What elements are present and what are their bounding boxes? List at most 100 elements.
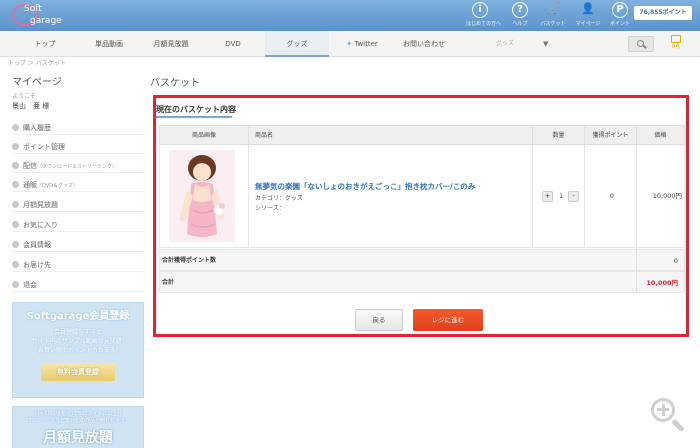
guide-label: はじめての方へ xyxy=(466,21,502,27)
bullet-icon xyxy=(12,240,19,248)
nav-twitter-label: Twitter xyxy=(354,40,378,48)
page-title: バスケット xyxy=(150,78,200,89)
point-icon: P xyxy=(612,2,628,18)
sidebar-item-delivery[interactable]: 配信（ダウンロード＆ストリーミング） xyxy=(12,159,144,173)
mypage-label: マイページ xyxy=(575,21,601,27)
total-value: 10,000円 xyxy=(646,279,678,287)
total-label: 合計 xyxy=(162,279,175,286)
nav-top[interactable]: トップ xyxy=(30,31,60,57)
search-category-select[interactable]: グッズ xyxy=(488,36,568,52)
sidebar-item-favorites[interactable]: お気に入り xyxy=(12,218,144,232)
guide-nav-item[interactable]: i はじめての方へ xyxy=(466,2,502,27)
sidebar-item-points[interactable]: ポイント管理 xyxy=(12,140,144,154)
col-name: 商品名 xyxy=(248,126,532,146)
top-header: Soft garage i はじめての方へ ? ヘルプ 🛒 バスケット 👤 マイ… xyxy=(0,0,700,31)
bullet-icon xyxy=(12,161,19,169)
monthly-banner-text-2: TVシリーズなど懐かしの作品が観れちゃう! xyxy=(28,418,128,424)
sidebar-item-purchase-history[interactable]: 購入履歴 xyxy=(12,121,144,135)
qty-value: 1 xyxy=(559,193,563,200)
register-banner-text-3: お買い物でポイントもたまる! xyxy=(37,347,119,354)
main-nav: トップ 単品動画 月額見放題 DVD グッズ ✦ Twitter お問い合わせ … xyxy=(0,31,700,57)
table-row: 無夢気の楽園「ないしょのおきがえごっこ」抱き枕カバー/このみ カテゴリ：グッズ … xyxy=(159,145,685,248)
item-price: 10,000円 xyxy=(652,192,682,200)
nav-single-videos[interactable]: 単品動画 xyxy=(86,31,132,57)
nav-contact[interactable]: お問い合わせ xyxy=(398,31,450,57)
cell-divider xyxy=(636,250,637,271)
twitter-icon: ✦ xyxy=(346,40,353,48)
section-title: 現在のバスケット内容 xyxy=(156,105,236,114)
bullet-icon xyxy=(12,260,19,268)
qty-plus-button[interactable]: + xyxy=(542,191,553,202)
basket-nav-item[interactable]: 🛒 バスケット xyxy=(539,2,567,27)
sidebar-item-label: 購入履歴 xyxy=(23,124,51,132)
qty-minus-button[interactable]: - xyxy=(568,191,579,202)
sidebar-item-address[interactable]: お届け先 xyxy=(12,258,144,272)
bullet-icon xyxy=(12,180,19,188)
product-series: シリーズ： xyxy=(255,205,285,212)
logo-text-top: Soft xyxy=(24,4,42,14)
register-banner-title: Softgarage会員登録 xyxy=(26,311,130,322)
nav-twitter[interactable]: ✦ Twitter xyxy=(340,31,384,57)
cart-icon: 🛒 xyxy=(546,2,560,15)
point-label: ポイント xyxy=(609,21,630,27)
sidebar-item-label: 配信 xyxy=(23,162,37,170)
chevron-down-icon[interactable]: ▼ xyxy=(543,36,548,52)
site-logo[interactable]: Soft garage xyxy=(10,2,70,28)
bullet-icon xyxy=(12,280,19,288)
help-icon: ? xyxy=(512,2,528,18)
sidebar-item-label: 通販 xyxy=(23,181,37,189)
sidebar-item-label: 会員情報 xyxy=(23,241,51,249)
shopping-bag-icon xyxy=(671,35,681,43)
nav-goods[interactable]: グッズ xyxy=(265,31,329,57)
sidebar-item-label: 月額見放題 xyxy=(23,201,58,209)
breadcrumb[interactable]: トップ ＞ バスケット xyxy=(8,58,66,67)
total-row: 合計 10,000円 xyxy=(159,271,685,293)
sidebar-item-sub: （ダウンロード＆ストリーミング） xyxy=(37,164,118,170)
col-qty: 数量 xyxy=(532,126,584,146)
product-thumbnail[interactable] xyxy=(169,150,235,242)
register-banner-text-2: サイト内のサンプル動画が見放題! xyxy=(31,338,125,345)
cell-divider xyxy=(248,145,249,248)
sidebar-item-monthly[interactable]: 月額見放題 xyxy=(12,198,144,212)
total-points-label: 合計獲得ポイント数 xyxy=(162,257,217,264)
basket-label: バスケット xyxy=(540,21,566,27)
checkout-button[interactable]: レジに進む xyxy=(413,309,483,331)
zoom-handle xyxy=(671,418,685,433)
section-underline xyxy=(156,116,232,118)
sidebar-item-label: お気に入り xyxy=(23,221,58,229)
zoom-in-icon[interactable] xyxy=(647,394,687,434)
sidebar-item-member-info[interactable]: 会員情報 xyxy=(12,238,144,252)
product-category: カテゴリ：グッズ xyxy=(255,195,304,202)
guide-icon: i xyxy=(472,2,488,18)
basket-highlight-frame: 現在のバスケット内容 商品画像 商品名 数量 獲得ポイント 価格 無夢気の楽園「… xyxy=(153,95,689,337)
nav-monthly[interactable]: 月額見放題 xyxy=(148,31,194,57)
nav-dvd[interactable]: DVD xyxy=(218,31,248,57)
back-button[interactable]: 戻る xyxy=(355,309,403,331)
mini-cart[interactable]: 0点 xyxy=(664,34,688,54)
product-name-link[interactable]: 無夢気の楽園「ないしょのおきがえごっこ」抱き枕カバー/このみ xyxy=(255,181,475,192)
register-banner[interactable]: Softgarage会員登録 会員登録をすると サイト内のサンプル動画が見放題!… xyxy=(12,302,144,398)
cell-divider xyxy=(584,145,585,248)
free-register-button[interactable]: 無料会員登録 xyxy=(41,363,115,381)
register-banner-text-1: 会員登録をすると xyxy=(53,329,102,336)
user-name: 景山 亜 様 xyxy=(12,102,50,110)
total-points-row: 合計獲得ポイント数 0 xyxy=(159,249,685,271)
sidebar-item-withdraw[interactable]: 退会 xyxy=(12,278,144,292)
cell-divider xyxy=(532,145,533,248)
mypage-nav-item[interactable]: 👤 マイページ xyxy=(574,2,602,27)
point-nav-item[interactable]: P ポイント xyxy=(606,2,634,27)
monthly-banner[interactable]: 月々500円(税込)で600タイトル以上!! TVシリーズなど懐かしの作品が観れ… xyxy=(12,406,144,448)
bullet-icon xyxy=(12,200,19,208)
monthly-banner-text-1: 月々500円(税込)で600タイトル以上!! xyxy=(34,411,122,417)
sidebar-item-mailorder[interactable]: 通販（DVD＆グッズ） xyxy=(12,178,144,192)
help-label: ヘルプ xyxy=(512,21,528,27)
sidebar-item-label: お届け先 xyxy=(23,261,51,269)
welcome-label: ようこそ xyxy=(12,93,37,100)
points-balance[interactable]: 76,855ポイント xyxy=(634,6,692,20)
search-button[interactable] xyxy=(628,36,654,52)
cell-divider xyxy=(636,272,637,293)
table-header: 商品画像 商品名 数量 獲得ポイント 価格 xyxy=(159,125,685,146)
mini-cart-count: 0点 xyxy=(671,44,681,50)
user-icon: 👤 xyxy=(581,2,595,15)
help-nav-item[interactable]: ? ヘルプ xyxy=(506,2,534,27)
